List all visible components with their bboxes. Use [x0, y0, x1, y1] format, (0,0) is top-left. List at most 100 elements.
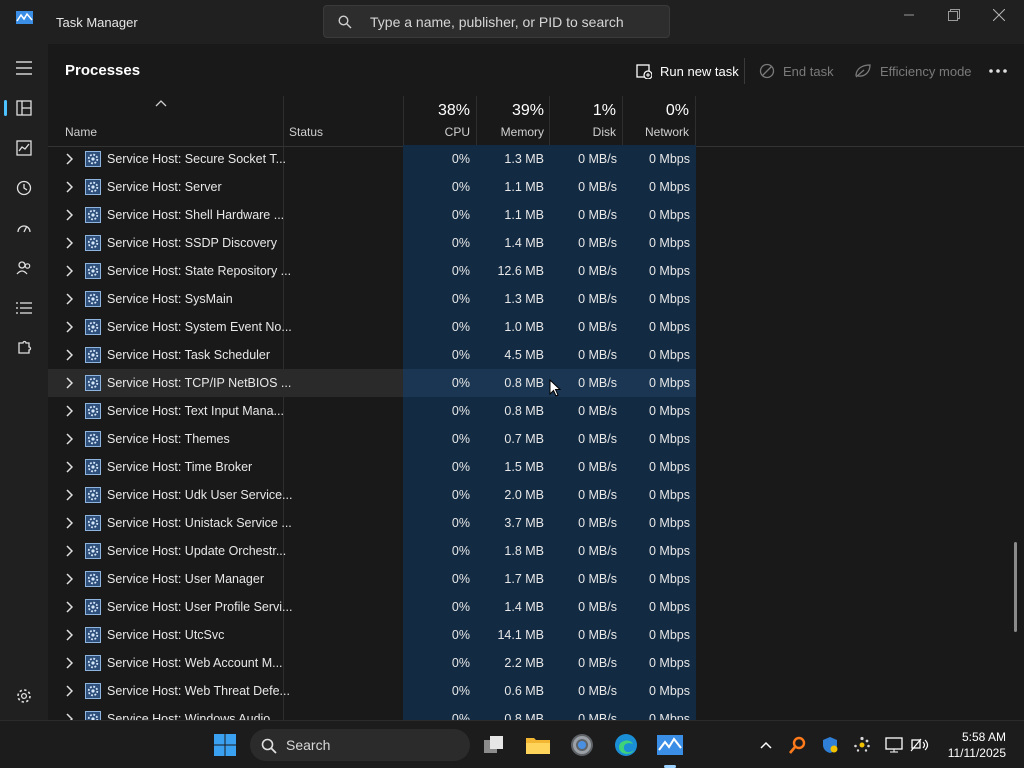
column-header-disk[interactable]: 1% Disk — [548, 96, 616, 146]
end-task-button[interactable]: End task — [759, 58, 834, 84]
restore-button[interactable] — [931, 0, 977, 30]
expand-chevron-icon[interactable] — [65, 685, 73, 697]
more-options-icon[interactable] — [989, 68, 1007, 74]
process-network: 0 Mbps — [649, 264, 690, 278]
start-button[interactable] — [209, 729, 241, 761]
table-row[interactable]: Service Host: Udk User Service... 0% 2.0 M… — [48, 481, 1024, 509]
expand-chevron-icon[interactable] — [65, 433, 73, 445]
efficiency-mode-button[interactable]: Efficiency mode — [854, 58, 972, 84]
table-row[interactable]: Service Host: Server 0% 1.1 MB 0 MB/s 0 Mbps — [48, 173, 1024, 201]
table-row[interactable]: Service Host: Web Account M... 0% 2.2 MB 0 … — [48, 649, 1024, 677]
table-row[interactable]: Service Host: User Manager 0% 1.7 MB 0 MB/s… — [48, 565, 1024, 593]
nav-startup-apps[interactable] — [0, 208, 48, 248]
table-row[interactable]: Service Host: Update Orchestr... 0% 1.8 MB… — [48, 537, 1024, 565]
table-row[interactable]: Service Host: Windows Audio 0% 0.8 MB 0 MB/… — [48, 705, 1024, 720]
table-row[interactable]: Service Host: Web Threat Defe... 0% 0.6 MB… — [48, 677, 1024, 705]
task-manager-taskbar-button[interactable] — [654, 729, 686, 761]
table-row[interactable]: Service Host: UtcSvc 0% 14.1 MB 0 MB/s 0 Mbp… — [48, 621, 1024, 649]
table-row[interactable]: Service Host: Text Input Mana... 0% 0.8 MB… — [48, 397, 1024, 425]
expand-chevron-icon[interactable] — [65, 545, 73, 557]
processes-page: Processes Run new task End task Efficien… — [48, 44, 1024, 720]
table-row[interactable]: Service Host: TCP/IP NetBIOS ... 0% 0.8 MB… — [48, 369, 1024, 397]
column-header-name[interactable]: Name — [65, 125, 97, 139]
tray-display[interactable] — [884, 735, 904, 755]
expand-chevron-icon[interactable] — [65, 489, 73, 501]
services-puzzle-icon — [18, 340, 32, 354]
tray-defender[interactable] — [820, 735, 840, 755]
expand-chevron-icon[interactable] — [65, 713, 73, 720]
table-row[interactable]: Service Host: System Event No... 0% 1.0 MB… — [48, 313, 1024, 341]
expand-chevron-icon[interactable] — [65, 629, 73, 641]
tray-loading[interactable] — [852, 735, 872, 755]
expand-chevron-icon[interactable] — [65, 349, 73, 361]
edge-button[interactable] — [610, 729, 642, 761]
process-list: Service Host: Secure Socket T... 0% 1.3 MB… — [48, 145, 1024, 720]
expand-chevron-icon[interactable] — [65, 153, 73, 165]
process-cpu: 0% — [451, 572, 470, 586]
settings-gear-icon[interactable] — [16, 688, 32, 704]
show-hidden-icons-button[interactable] — [756, 735, 776, 755]
service-host-gear-icon — [85, 711, 101, 720]
process-network: 0 Mbps — [649, 712, 690, 720]
expand-chevron-icon[interactable] — [65, 405, 73, 417]
expand-chevron-icon[interactable] — [65, 265, 73, 277]
process-disk: 0 MB/s — [578, 628, 617, 642]
expand-chevron-icon[interactable] — [65, 573, 73, 585]
taskbar-search[interactable]: Search — [250, 729, 470, 761]
table-row[interactable]: Service Host: User Profile Servi... 0% 1.4… — [48, 593, 1024, 621]
expand-chevron-icon[interactable] — [65, 377, 73, 389]
title-bar: Task Manager Type a name, publisher, or … — [0, 0, 1024, 44]
table-row[interactable]: Service Host: SSDP Discovery 0% 1.4 MB 0 MB… — [48, 229, 1024, 257]
column-header-cpu[interactable]: 38% CPU — [402, 96, 470, 146]
nav-users[interactable] — [0, 248, 48, 288]
nav-details[interactable] — [0, 288, 48, 328]
chrome-button[interactable] — [566, 729, 598, 761]
table-row[interactable]: Service Host: State Repository ... 0% 12.6… — [48, 257, 1024, 285]
nav-services[interactable] — [0, 328, 48, 368]
column-header-memory[interactable]: 39% Memory — [476, 96, 544, 146]
table-row[interactable]: Service Host: Secure Socket T... 0% 1.3 MB… — [48, 145, 1024, 173]
expand-chevron-icon[interactable] — [65, 321, 73, 333]
process-name: Service Host: State Repository ... — [107, 264, 292, 278]
column-header-network[interactable]: 0% Network — [621, 96, 689, 146]
task-view-button[interactable] — [478, 729, 510, 761]
expand-chevron-icon[interactable] — [65, 461, 73, 473]
hamburger-menu-icon[interactable] — [16, 61, 32, 75]
clock[interactable]: 5:58 AM 11/11/2025 — [948, 729, 1006, 761]
nav-app-history[interactable] — [0, 168, 48, 208]
table-row[interactable]: Service Host: Shell Hardware ... 0% 1.1 MB… — [48, 201, 1024, 229]
table-row[interactable]: Service Host: Time Broker 0% 1.5 MB 0 MB/s 0… — [48, 453, 1024, 481]
process-memory: 0.7 MB — [504, 432, 544, 446]
run-new-task-button[interactable]: Run new task — [636, 58, 739, 84]
scrollbar-thumb[interactable] — [1014, 542, 1017, 632]
process-memory: 1.5 MB — [504, 460, 544, 474]
expand-chevron-icon[interactable] — [65, 209, 73, 221]
table-row[interactable]: Service Host: Unistack Service ... 0% 3.7 … — [48, 509, 1024, 537]
sidebar — [0, 44, 48, 720]
service-host-gear-icon — [85, 431, 101, 447]
table-row[interactable]: Service Host: SysMain 0% 1.3 MB 0 MB/s 0 Mbp… — [48, 285, 1024, 313]
tray-network-volume[interactable] — [910, 735, 930, 755]
tray-app-orange[interactable] — [788, 735, 808, 755]
column-header-status[interactable]: Status — [289, 125, 323, 139]
process-name: Service Host: TCP/IP NetBIOS ... — [107, 376, 292, 390]
nav-performance[interactable] — [0, 128, 48, 168]
file-explorer-button[interactable] — [522, 729, 554, 761]
process-cpu: 0% — [451, 376, 470, 390]
process-network: 0 Mbps — [649, 152, 690, 166]
service-host-gear-icon — [85, 403, 101, 419]
expand-chevron-icon[interactable] — [65, 601, 73, 613]
nav-processes[interactable] — [0, 88, 48, 128]
expand-chevron-icon[interactable] — [65, 237, 73, 249]
process-cpu: 0% — [451, 432, 470, 446]
expand-chevron-icon[interactable] — [65, 657, 73, 669]
expand-chevron-icon[interactable] — [65, 517, 73, 529]
table-row[interactable]: Service Host: Themes 0% 0.7 MB 0 MB/s 0 Mbps — [48, 425, 1024, 453]
expand-chevron-icon[interactable] — [65, 293, 73, 305]
expand-chevron-icon[interactable] — [65, 181, 73, 193]
minimize-button[interactable] — [886, 0, 932, 30]
taskbar-search-icon — [261, 738, 277, 754]
close-button[interactable] — [976, 0, 1022, 30]
search-box[interactable]: Type a name, publisher, or PID to search — [323, 5, 670, 38]
table-row[interactable]: Service Host: Task Scheduler 0% 4.5 MB 0 MB… — [48, 341, 1024, 369]
